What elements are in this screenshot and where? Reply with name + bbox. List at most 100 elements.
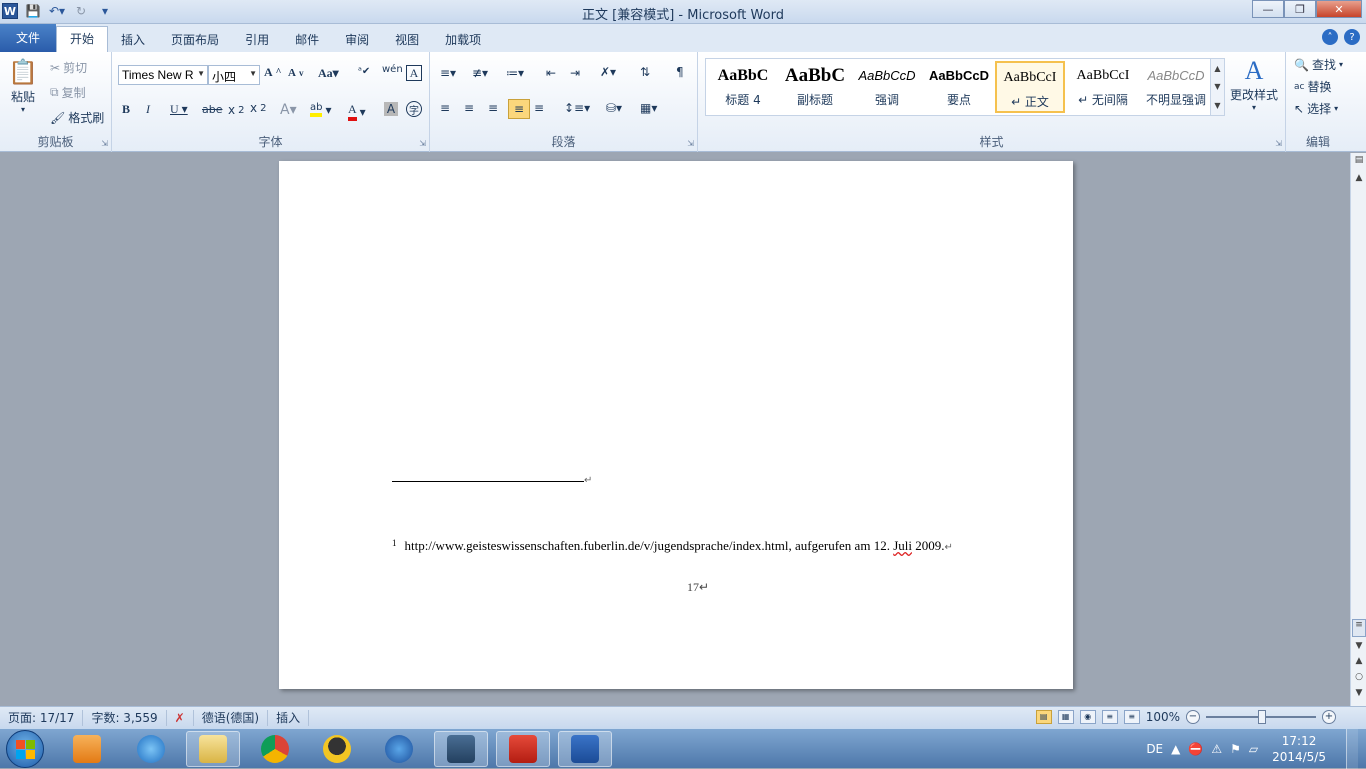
tab-page-layout[interactable]: 页面布局 xyxy=(158,28,232,52)
enclose-characters-icon[interactable]: 字 xyxy=(406,101,422,117)
paste-button[interactable]: 📋 粘贴 ▾ xyxy=(8,56,38,114)
tab-insert[interactable]: 插入 xyxy=(108,28,158,52)
tab-references[interactable]: 引用 xyxy=(232,28,282,52)
find-button[interactable]: 🔍 查找 ▾ xyxy=(1294,56,1343,73)
style-emphasis[interactable]: AaBbCcD 强调 xyxy=(852,61,922,113)
zoom-level[interactable]: 100% xyxy=(1146,710,1180,724)
clipboard-launcher-icon[interactable]: ⇲ xyxy=(101,139,108,148)
asian-layout-icon[interactable]: ✗▾ xyxy=(600,65,616,79)
acrobat-icon[interactable] xyxy=(496,731,550,767)
vertical-scrollbar[interactable]: ▤ ▲ ≡ ▼ ▲ ○ ▼ xyxy=(1350,153,1366,706)
start-button[interactable] xyxy=(6,730,44,768)
scroll-thumb[interactable]: ≡ xyxy=(1352,619,1366,637)
align-center-icon[interactable]: ≡ xyxy=(464,101,474,115)
close-button[interactable]: ✕ xyxy=(1316,0,1362,18)
clear-formatting-icon[interactable]: ᵃ✔ xyxy=(358,66,370,77)
tab-home[interactable]: 开始 xyxy=(56,26,109,52)
style-no-spacing[interactable]: AaBbCcI ↵ 无间隔 xyxy=(1068,61,1138,113)
bullets-icon[interactable]: ≡▾ xyxy=(440,66,456,80)
style-strong[interactable]: AaBbCcD 要点 xyxy=(924,61,994,113)
highlight-icon[interactable]: ab ▾ xyxy=(310,102,332,117)
strikethrough-icon[interactable]: abe xyxy=(202,103,223,116)
tab-view[interactable]: 视图 xyxy=(382,28,432,52)
styles-launcher-icon[interactable]: ⇲ xyxy=(1275,139,1282,148)
scroll-down-icon[interactable]: ▼ xyxy=(1214,82,1220,91)
media-center-icon[interactable] xyxy=(60,731,114,767)
zoom-slider-thumb[interactable] xyxy=(1258,710,1266,724)
scroll-up-icon[interactable]: ▲ xyxy=(1214,64,1220,73)
internet-explorer-icon[interactable] xyxy=(124,731,178,767)
decrease-indent-icon[interactable]: ⇤ xyxy=(546,66,556,80)
copy-button[interactable]: ⧉ 复制 xyxy=(50,84,86,101)
media-player-icon[interactable] xyxy=(372,731,426,767)
align-right-icon[interactable]: ≡ xyxy=(488,101,498,115)
tab-mailings[interactable]: 邮件 xyxy=(282,28,332,52)
change-case-icon[interactable]: Aa▾ xyxy=(318,66,339,81)
clock[interactable]: 17:12 2014/5/5 xyxy=(1266,733,1338,765)
action-center-icon[interactable]: ⚑ xyxy=(1230,742,1241,756)
ruler-toggle-icon[interactable]: ▤ xyxy=(1352,155,1366,165)
italic-icon[interactable]: I xyxy=(146,102,150,117)
restore-button[interactable]: ❐ xyxy=(1284,0,1316,18)
show-hidden-icons-icon[interactable]: ▲ xyxy=(1171,742,1180,756)
multilevel-list-icon[interactable]: ≔▾ xyxy=(506,66,524,80)
computer-icon[interactable] xyxy=(434,731,488,767)
network-error-icon[interactable]: ⚠ xyxy=(1211,742,1222,756)
show-desktop-button[interactable] xyxy=(1346,729,1358,769)
collapse-ribbon-icon[interactable]: ˄ xyxy=(1322,29,1338,45)
tab-addins[interactable]: 加载项 xyxy=(432,28,494,52)
zoom-out-icon[interactable]: − xyxy=(1186,710,1200,724)
style-subtle-emphasis[interactable]: AaBbCcD 不明显强调 xyxy=(1140,61,1212,113)
minimize-button[interactable]: — xyxy=(1252,0,1284,18)
tab-review[interactable]: 审阅 xyxy=(332,28,382,52)
font-name-combo[interactable]: Times New R ▼ xyxy=(118,65,208,85)
change-styles-button[interactable]: A 更改样式 ▾ xyxy=(1230,56,1278,112)
borders-icon[interactable]: ▦▾ xyxy=(640,101,657,115)
font-size-combo[interactable]: 小四 ▼ xyxy=(208,65,260,85)
word-count[interactable]: 字数: 3,559 xyxy=(83,709,167,726)
full-screen-reading-icon[interactable]: ▦ xyxy=(1057,710,1074,724)
format-painter-button[interactable]: 🖌 格式刷 xyxy=(50,109,104,126)
tab-file[interactable]: 文件 xyxy=(0,24,57,52)
text-effects-icon[interactable]: A▾ xyxy=(280,102,297,118)
superscript-icon[interactable]: x2 xyxy=(250,101,266,115)
security-icon[interactable]: ⛔ xyxy=(1188,742,1203,756)
footnote[interactable]: 1 http://www.geisteswissenschaften.fuberl… xyxy=(392,538,953,554)
font-size-dropdown-icon[interactable]: ▼ xyxy=(249,69,257,78)
zoom-slider[interactable] xyxy=(1206,710,1316,724)
document-page[interactable]: ↵ 1 http://www.geisteswissenschaften.fube… xyxy=(279,161,1073,689)
word-taskbar-icon[interactable] xyxy=(558,731,612,767)
line-spacing-icon[interactable]: ↕≡▾ xyxy=(564,101,590,115)
numbering-icon[interactable]: ≢▾ xyxy=(472,66,488,80)
next-page-icon[interactable]: ▼ xyxy=(1352,688,1366,698)
scroll-up-arrow-icon[interactable]: ▲ xyxy=(1352,173,1366,183)
font-color-icon[interactable]: A ▾ xyxy=(348,102,366,121)
qq-icon[interactable] xyxy=(310,731,364,767)
select-button[interactable]: ↖ 选择 ▾ xyxy=(1294,100,1338,117)
language-bar[interactable]: DE xyxy=(1146,742,1163,756)
browse-object-icon[interactable]: ○ xyxy=(1352,672,1366,682)
draft-icon[interactable]: ≡ xyxy=(1123,710,1140,724)
show-marks-icon[interactable]: ¶ xyxy=(676,65,684,79)
underline-icon[interactable]: U ▾ xyxy=(170,102,188,117)
sort-icon[interactable]: ⇅ xyxy=(640,65,650,79)
phonetic-guide-icon[interactable]: wén xyxy=(382,64,403,75)
font-name-dropdown-icon[interactable]: ▼ xyxy=(197,69,205,78)
explorer-icon[interactable] xyxy=(186,731,240,767)
replace-button[interactable]: ac 替换 xyxy=(1294,78,1331,95)
page-count[interactable]: 页面: 17/17 xyxy=(0,709,84,726)
character-shading-icon[interactable]: A xyxy=(384,102,398,116)
shrink-font-icon[interactable]: Av xyxy=(288,67,304,79)
style-normal[interactable]: AaBbCcI ↵ 正文 xyxy=(995,61,1065,113)
insert-mode-indicator[interactable]: 插入 xyxy=(268,709,310,726)
style-subtitle[interactable]: AaBbC 副标题 xyxy=(780,61,850,113)
help-icon[interactable]: ? xyxy=(1344,29,1360,45)
paragraph-launcher-icon[interactable]: ⇲ xyxy=(687,139,694,148)
styles-scroll[interactable]: ▲ ▼ ▼ xyxy=(1210,59,1224,115)
footnote-misspelled-word[interactable]: Juli xyxy=(893,538,912,553)
zoom-in-icon[interactable]: + xyxy=(1322,710,1336,724)
proofing-icon[interactable]: ✗ xyxy=(167,709,194,726)
previous-page-icon[interactable]: ▲ xyxy=(1352,656,1366,666)
font-launcher-icon[interactable]: ⇲ xyxy=(419,139,426,148)
increase-indent-icon[interactable]: ⇥ xyxy=(570,66,580,80)
